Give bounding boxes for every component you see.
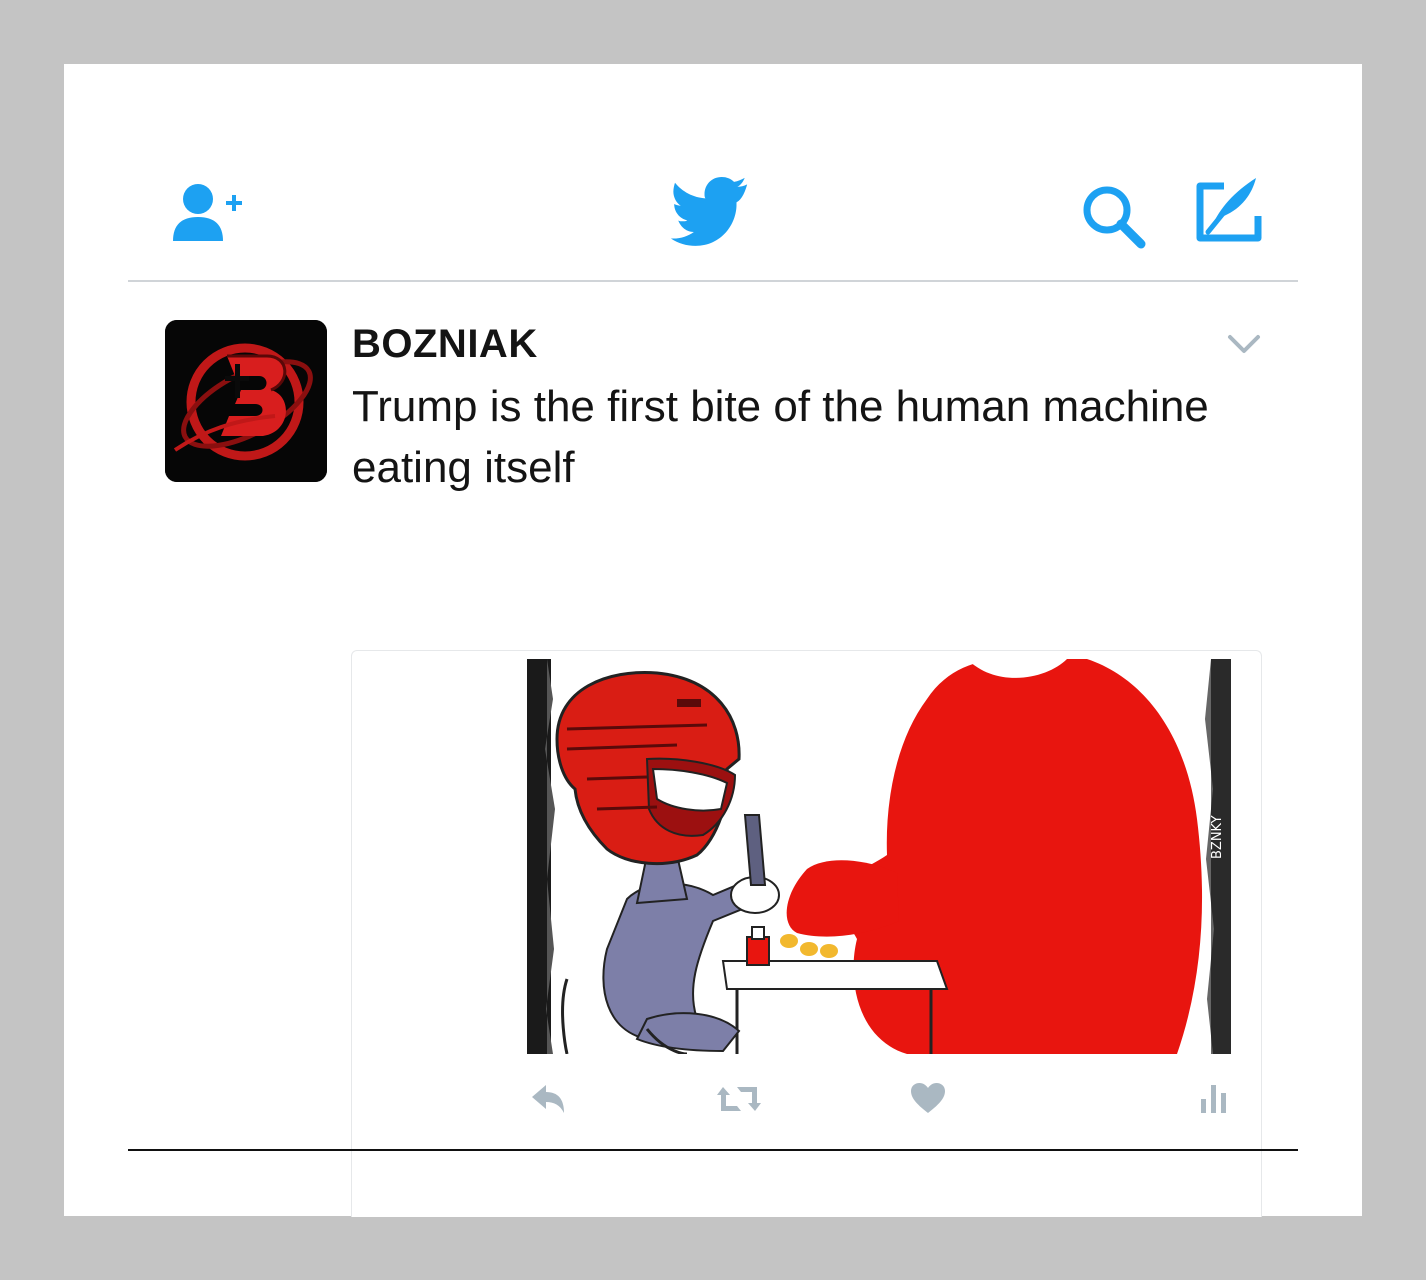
tweet-text: Trump is the first bite of the human mac… — [352, 382, 1209, 492]
analytics-icon[interactable] — [1199, 1081, 1229, 1122]
author-name[interactable]: BOZNIAK — [352, 322, 538, 367]
cartoon-illustration[interactable]: BZNKY — [527, 659, 1231, 1054]
retweet-icon[interactable] — [715, 1081, 763, 1122]
top-nav-bar — [64, 64, 1362, 282]
compose-icon[interactable] — [1194, 174, 1264, 249]
search-icon[interactable] — [1079, 182, 1149, 257]
tweet[interactable]: BOZNIAK Trump is the first bite of the h… — [64, 282, 1362, 1217]
bozniak-logo — [165, 320, 327, 482]
heart-icon[interactable] — [909, 1081, 947, 1120]
tweet-actions — [352, 1071, 1261, 1141]
svg-text:BZNKY: BZNKY — [1210, 815, 1225, 859]
avatar[interactable] — [165, 320, 327, 482]
screenshot-frame: BOZNIAK Trump is the first bite of the h… — [64, 64, 1362, 1217]
bottom-divider — [128, 1149, 1298, 1151]
twitter-bird-icon[interactable] — [669, 177, 759, 252]
add-user-icon[interactable] — [168, 181, 248, 248]
reply-icon[interactable] — [528, 1081, 568, 1122]
chevron-down-icon[interactable] — [1226, 332, 1262, 361]
media-card[interactable]: BZNKY — [351, 650, 1262, 1217]
